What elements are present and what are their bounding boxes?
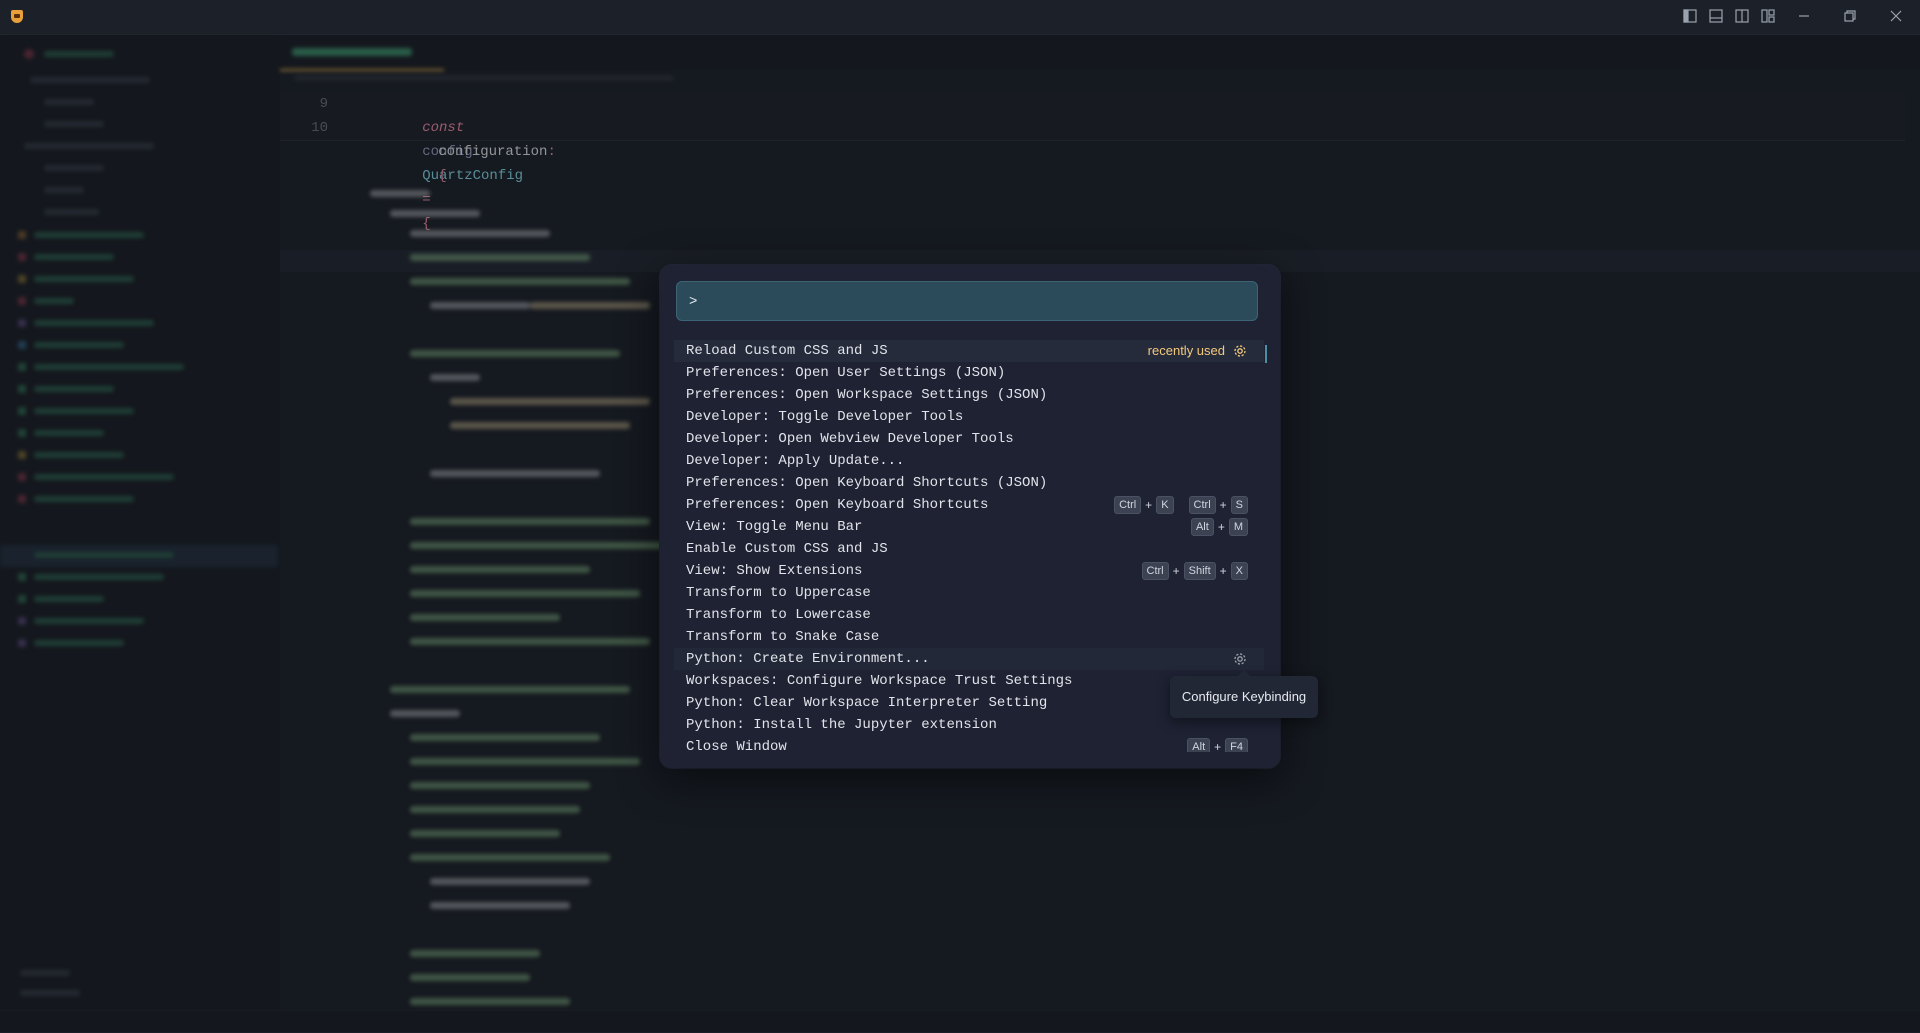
command-label: Developer: Open Webview Developer Tools: [686, 431, 1014, 447]
command-label: Preferences: Open Keyboard Shortcuts: [686, 497, 989, 513]
command-item[interactable]: Enable Custom CSS and JS: [674, 538, 1264, 560]
minimize-icon[interactable]: [1796, 8, 1812, 24]
command-item[interactable]: Preferences: Open User Settings (JSON): [674, 362, 1264, 384]
command-label: Transform to Snake Case: [686, 629, 880, 645]
command-label: Preferences: Open User Settings (JSON): [686, 365, 1006, 381]
command-item[interactable]: Developer: Toggle Developer Tools: [674, 406, 1264, 428]
recently-used-badge: recently used: [1147, 343, 1225, 358]
command-label: Reload Custom CSS and JS: [686, 343, 888, 359]
command-item[interactable]: Python: Create Environment...: [674, 648, 1264, 670]
command-item[interactable]: Transform to Lowercase: [674, 604, 1264, 626]
command-label: View: Show Extensions: [686, 563, 863, 579]
key-separator: +: [1219, 564, 1227, 578]
command-meta: Alt + M: [1190, 516, 1248, 538]
keybinding-key: S: [1230, 496, 1248, 514]
keybinding-key: Shift: [1183, 562, 1216, 580]
close-icon[interactable]: [1888, 8, 1904, 24]
command-label: Close Window: [686, 739, 787, 752]
command-label: Python: Clear Workspace Interpreter Sett…: [686, 695, 1048, 711]
command-item[interactable]: Reload Custom CSS and JS recently used: [674, 340, 1264, 362]
command-label: Python: Install the Jupyter extension: [686, 717, 997, 733]
command-item[interactable]: Preferences: Open Keyboard Shortcuts (JS…: [674, 472, 1264, 494]
key-separator: +: [1172, 564, 1180, 578]
command-meta: Ctrl + Shift + X: [1141, 560, 1248, 582]
keybinding-key: Ctrl: [1141, 562, 1169, 580]
command-label: Developer: Apply Update...: [686, 453, 905, 469]
command-label: Python: Create Environment...: [686, 651, 930, 667]
command-item[interactable]: Transform to Uppercase: [674, 582, 1264, 604]
toggle-secondary-sidebar-icon[interactable]: [1734, 8, 1750, 24]
command-item[interactable]: Developer: Open Webview Developer Tools: [674, 428, 1264, 450]
keybinding-key: M: [1228, 518, 1248, 536]
restore-icon[interactable]: [1842, 8, 1858, 24]
command-meta: Alt + F4: [1187, 736, 1248, 752]
command-item[interactable]: View: Toggle Menu Bar Alt + M: [674, 516, 1264, 538]
key-separator: +: [1214, 740, 1222, 752]
command-label: Enable Custom CSS and JS: [686, 541, 888, 557]
list-scroll-indicator[interactable]: [1265, 345, 1267, 363]
customize-layout-icon[interactable]: [1760, 8, 1776, 24]
command-item[interactable]: Transform to Snake Case: [674, 626, 1264, 648]
command-item[interactable]: Preferences: Open Keyboard Shortcuts Ctrl…: [674, 494, 1264, 516]
command-meta: [1232, 648, 1248, 670]
command-item[interactable]: Developer: Apply Update...: [674, 450, 1264, 472]
keybinding-key: F4: [1225, 738, 1248, 752]
configure-keybinding-gear-icon[interactable]: [1232, 651, 1248, 667]
toggle-panel-icon[interactable]: [1708, 8, 1724, 24]
title-bar: [0, 0, 1920, 35]
key-separator: +: [1145, 498, 1153, 512]
command-item[interactable]: View: Show Extensions Ctrl + Shift + X: [674, 560, 1264, 582]
keybinding-key: K: [1156, 496, 1174, 514]
command-meta: Ctrl + K Ctrl + S: [1114, 494, 1248, 516]
command-label: Workspaces: Configure Workspace Trust Se…: [686, 673, 1073, 689]
keybinding-key: X: [1230, 562, 1248, 580]
command-meta: recently used: [1148, 340, 1248, 362]
command-palette-input[interactable]: >: [676, 281, 1258, 321]
toggle-primary-sidebar-icon[interactable]: [1682, 8, 1698, 24]
command-item[interactable]: Preferences: Open Workspace Settings (JS…: [674, 384, 1264, 406]
app-logo-icon: [11, 10, 23, 23]
key-separator: +: [1217, 520, 1225, 534]
keybinding-key: Ctrl: [1114, 496, 1142, 514]
keybinding-key: Alt: [1187, 738, 1211, 752]
command-label: Preferences: Open Workspace Settings (JS…: [686, 387, 1048, 403]
command-item[interactable]: Close Window Alt + F4: [674, 736, 1264, 752]
command-label: Transform to Uppercase: [686, 585, 871, 601]
command-label: Developer: Toggle Developer Tools: [686, 409, 964, 425]
keybinding-key: Alt: [1190, 518, 1214, 536]
command-label: View: Toggle Menu Bar: [686, 519, 863, 535]
configure-keybinding-gear-icon[interactable]: [1232, 343, 1248, 359]
key-separator: +: [1219, 498, 1227, 512]
command-label: Preferences: Open Keyboard Shortcuts (JS…: [686, 475, 1048, 491]
keybinding-key: Ctrl: [1188, 496, 1216, 514]
command-label: Transform to Lowercase: [686, 607, 871, 623]
configure-keybinding-tooltip: Configure Keybinding: [1170, 670, 1318, 718]
